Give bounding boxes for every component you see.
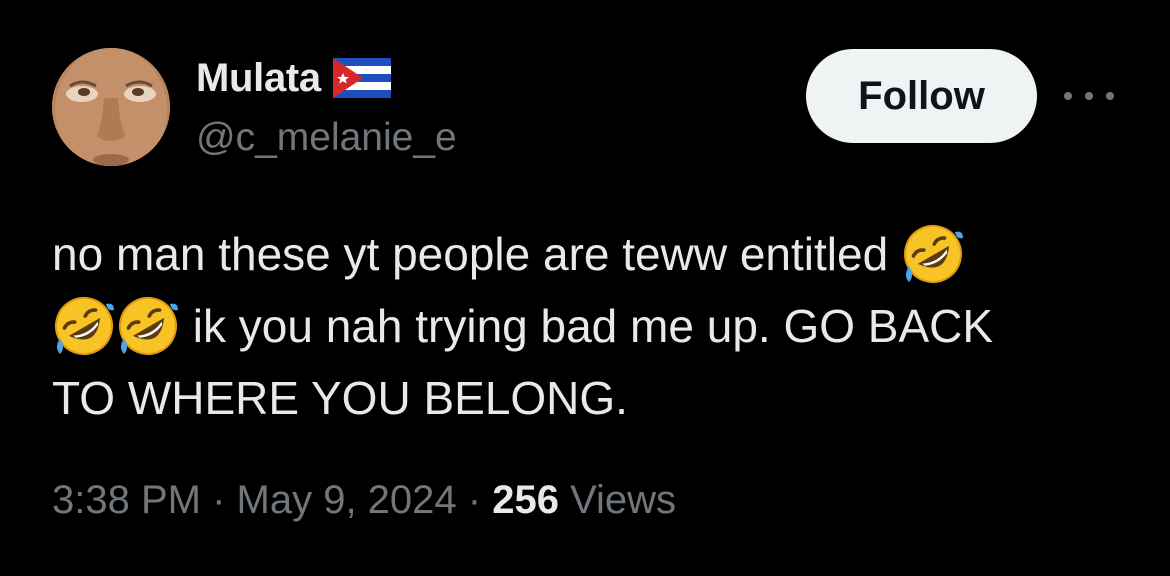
views-count[interactable]: 256 <box>492 478 559 522</box>
more-dot <box>1085 92 1093 100</box>
rolling-laughing-emoji-icon <box>903 224 963 283</box>
tweet-date[interactable]: May 9, 2024 <box>237 478 457 522</box>
meta-separator: · <box>456 478 493 522</box>
more-options-icon[interactable] <box>1064 84 1114 108</box>
tweet-line: ik you nah trying bad me up. GO BACK <box>52 290 1112 362</box>
more-dot <box>1106 92 1114 100</box>
tweet-time[interactable]: 3:38 PM <box>52 478 201 522</box>
avatar[interactable] <box>52 48 170 166</box>
tweet-line: TO WHERE YOU BELONG. <box>52 362 1112 434</box>
display-name[interactable]: Mulata <box>196 56 321 101</box>
tweet-text-segment: TO WHERE YOU BELONG. <box>52 372 628 424</box>
user-handle[interactable]: @c_melanie_e <box>196 116 457 160</box>
tweet-meta: 3:38 PM · May 9, 2024 · 256 Views <box>52 478 676 523</box>
rolling-laughing-emoji-icon <box>55 297 114 355</box>
more-dot <box>1064 92 1072 100</box>
follow-button[interactable]: Follow <box>806 49 1037 143</box>
meta-separator: · <box>200 478 237 522</box>
tweet-text-segment: no man these yt people are teww entitled <box>52 228 901 280</box>
avatar-photo <box>52 48 170 166</box>
tweet-line: no man these yt people are teww entitled <box>52 218 1112 290</box>
cuba-flag-icon <box>332 58 391 98</box>
rolling-laughing-emoji-icon <box>119 297 178 355</box>
views-label[interactable]: Views <box>559 478 676 522</box>
tweet-text-segment: ik you nah trying bad me up. GO BACK <box>180 300 994 352</box>
tweet-text: no man these yt people are teww entitled <box>52 218 1112 434</box>
tweet-card: Mulata @c_melanie_e Follow no man these … <box>0 0 1170 576</box>
display-name-row: Mulata <box>196 56 391 100</box>
